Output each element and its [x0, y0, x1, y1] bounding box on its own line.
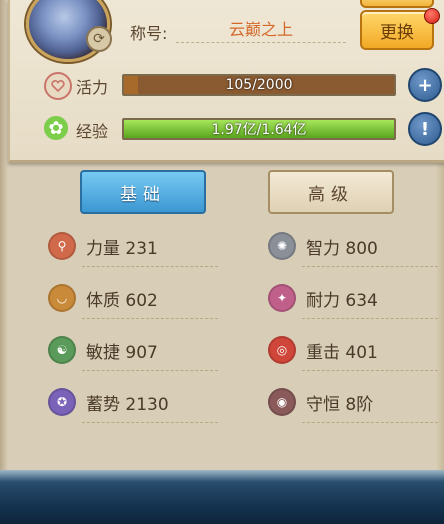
strength-icon: ⚲	[48, 232, 76, 260]
notification-dot	[424, 8, 440, 24]
tab-advanced[interactable]: 高级	[268, 170, 394, 214]
attribute-text: 重击 401	[306, 342, 378, 363]
attribute-item: ☯ 敏捷 907	[48, 334, 158, 366]
heavy-strike-icon: ◎	[268, 336, 296, 364]
title-value: 云巅之上	[176, 14, 346, 43]
exp-info-icon[interactable]: !	[408, 112, 442, 146]
vitality-bar: 105/2000	[122, 74, 396, 96]
clover-icon: ✿	[44, 116, 68, 140]
attribute-text: 体质 602	[86, 290, 158, 311]
attribute-text: 耐力 634	[306, 290, 378, 311]
bottom-frame	[0, 470, 444, 524]
attribute-item: ⚲ 力量 231	[48, 230, 158, 262]
add-vitality-icon[interactable]: +	[408, 68, 442, 102]
attribute-divider	[82, 422, 218, 423]
attribute-divider	[82, 370, 218, 371]
right-edge	[436, 160, 444, 470]
tab-basic[interactable]: 基础	[80, 170, 206, 214]
agility-icon: ☯	[48, 336, 76, 364]
attribute-text: 蓄势 2130	[86, 394, 169, 415]
title-label: 称号:	[130, 24, 168, 43]
attributes-grid: ⚲ 力量 231 ✺ 智力 800 ◡ 体质 602 ✦ 耐力 634 ☯ 敏捷 907 ◎ 重击 4…	[22, 210, 438, 442]
attribute-item: ✺ 智力 800	[268, 230, 378, 262]
attribute-item: ◉ 守恒 8阶	[268, 386, 373, 418]
vitality-bar-fill	[124, 76, 139, 94]
tab-advanced-label: 高级	[308, 184, 354, 205]
refresh-icon[interactable]: ⟳	[86, 26, 112, 52]
attribute-divider	[82, 318, 218, 319]
attribute-divider	[302, 318, 438, 319]
attribute-text: 力量 231	[86, 238, 158, 259]
vitality-bar-text: 105/2000	[225, 77, 293, 93]
attribute-divider	[302, 266, 438, 267]
attribute-text: 守恒 8阶	[306, 394, 374, 415]
intellect-icon: ✺	[268, 232, 296, 260]
exp-bar-text: 1.97亿/1.64亿	[211, 122, 307, 138]
attribute-item: ✦ 耐力 634	[268, 282, 378, 314]
attribute-text: 智力 800	[306, 238, 378, 259]
attribute-item: ✪ 蓄势 2130	[48, 386, 169, 418]
vitality-label: 活力	[76, 78, 109, 97]
conservation-icon: ◉	[268, 388, 296, 416]
momentum-icon: ✪	[48, 388, 76, 416]
constitution-icon: ◡	[48, 284, 76, 312]
change-title-button[interactable]: 更换	[360, 10, 434, 50]
attribute-divider	[82, 266, 218, 267]
change-title-button-label: 更换	[380, 22, 414, 43]
title-value-text: 云巅之上	[228, 20, 293, 39]
change-button-edge	[360, 0, 434, 8]
exp-label: 经验	[76, 122, 109, 141]
endurance-icon: ✦	[268, 284, 296, 312]
attribute-divider	[302, 422, 438, 423]
attribute-divider	[302, 370, 438, 371]
heart-icon	[44, 72, 72, 100]
left-edge	[0, 0, 8, 470]
attribute-text: 敏捷 907	[86, 342, 158, 363]
attribute-item: ◎ 重击 401	[268, 334, 378, 366]
attribute-item: ◡ 体质 602	[48, 282, 158, 314]
tab-basic-label: 基础	[120, 184, 166, 205]
exp-bar: 1.97亿/1.64亿	[122, 118, 396, 140]
